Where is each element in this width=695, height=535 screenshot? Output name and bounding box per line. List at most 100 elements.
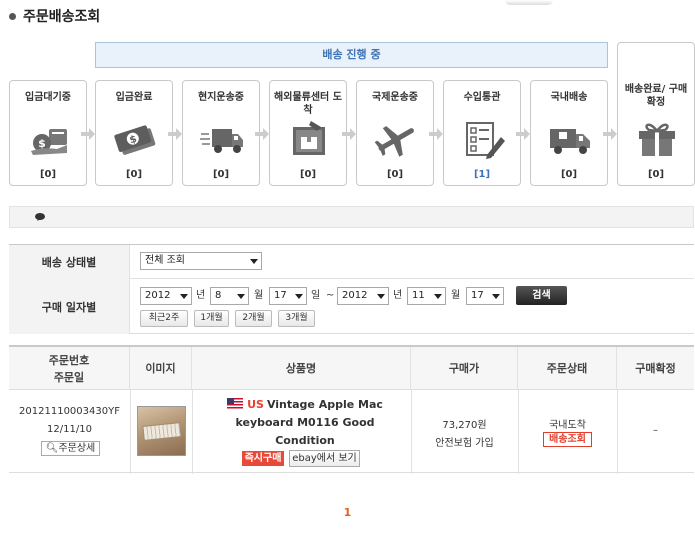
order-date: 12/11/10 bbox=[47, 424, 92, 435]
period-1-month-button[interactable]: 1개월 bbox=[194, 310, 229, 327]
period-2-weeks-button[interactable]: 최근2주 bbox=[140, 310, 188, 327]
track-delivery-button[interactable]: 배송조회 bbox=[543, 432, 592, 447]
step-label: 국제운송중 bbox=[372, 92, 418, 103]
search-button[interactable]: 검색 bbox=[516, 286, 567, 305]
unit-day: 일 bbox=[311, 290, 321, 301]
coin-hand-icon: $ bbox=[31, 129, 67, 155]
step-international-transit[interactable]: 국제운송중 [0] bbox=[356, 80, 434, 186]
arrow-right-icon bbox=[255, 128, 269, 140]
step-count: [0] bbox=[125, 169, 143, 180]
step-customs-clearance[interactable]: 수입통관 [1] bbox=[443, 80, 521, 186]
step-label: 배송완료/ 구매확정 bbox=[624, 84, 688, 108]
period-3-months-button[interactable]: 3개월 bbox=[278, 310, 315, 327]
buy-now-button[interactable]: 즉시구매 bbox=[242, 451, 284, 466]
ebay-view-button[interactable]: ebay에서 보기 bbox=[289, 450, 360, 467]
status-select[interactable]: 전체 조회 bbox=[140, 252, 262, 270]
col-product-name: 상품명 bbox=[192, 347, 411, 390]
page-title: 주문배송조회 bbox=[23, 9, 101, 25]
col-image: 이미지 bbox=[130, 347, 192, 390]
to-year-select[interactable]: 2012 bbox=[337, 287, 389, 305]
step-count: [0] bbox=[647, 169, 665, 180]
step-payment-complete[interactable]: 입금완료 $ [0] bbox=[95, 80, 173, 186]
decorative-shadow bbox=[505, 0, 553, 5]
arrow-right-icon bbox=[81, 128, 95, 140]
column-divider bbox=[518, 390, 519, 474]
warehouse-box-icon bbox=[293, 121, 325, 155]
product-name-line: US Vintage Apple Mac bbox=[215, 396, 395, 414]
chevron-down-icon bbox=[295, 294, 303, 299]
product-name-line3: Condition bbox=[275, 434, 335, 447]
step-label: 해외물류센터 도착 bbox=[274, 92, 342, 116]
arrow-right-icon bbox=[342, 128, 356, 140]
to-month-value: 11 bbox=[412, 290, 425, 301]
step-count: [0] bbox=[299, 169, 317, 180]
from-year-select[interactable]: 2012 bbox=[140, 287, 192, 305]
to-day-select[interactable]: 17 bbox=[466, 287, 504, 305]
column-divider bbox=[130, 390, 131, 474]
order-detail-button[interactable]: 🔍︎주문상세 bbox=[41, 441, 100, 456]
step-overseas-center[interactable]: 해외물류센터 도착 [0] bbox=[269, 80, 347, 186]
fast-truck-icon bbox=[200, 129, 243, 153]
chevron-down-icon bbox=[237, 294, 245, 299]
us-flag-icon bbox=[227, 398, 244, 409]
from-day-select[interactable]: 17 bbox=[269, 287, 307, 305]
from-month-select[interactable]: 8 bbox=[210, 287, 249, 305]
column-divider bbox=[192, 390, 193, 474]
step-count: [0] bbox=[386, 169, 404, 180]
date-filter-label: 구매 일자별 bbox=[9, 279, 130, 334]
chevron-down-icon bbox=[180, 294, 188, 299]
arrow-right-icon bbox=[429, 128, 443, 140]
from-year-value: 2012 bbox=[145, 290, 171, 301]
money-icon: $ bbox=[114, 125, 156, 155]
gift-icon bbox=[639, 123, 675, 156]
page-title-block: 주문배송조회 bbox=[9, 6, 100, 26]
magnifier-icon: 🔍︎ bbox=[45, 443, 59, 454]
from-day-value: 17 bbox=[274, 290, 287, 301]
product-name-line1: Vintage Apple Mac bbox=[266, 398, 383, 411]
col-order-status: 주문상태 bbox=[518, 347, 617, 390]
insurance-status: 안전보험 가입 bbox=[435, 438, 494, 449]
col-price: 구매가 bbox=[411, 347, 518, 390]
step-local-transit[interactable]: 현지운송중 [0] bbox=[182, 80, 260, 186]
to-month-select[interactable]: 11 bbox=[407, 287, 446, 305]
col-order-no: 주문번호 주문일 bbox=[9, 347, 130, 390]
step-domestic-delivery[interactable]: 국내배송 [0] bbox=[530, 80, 608, 186]
status-select-value: 전체 조회 bbox=[145, 255, 185, 266]
chevron-down-icon bbox=[250, 259, 258, 264]
step-count: [0] bbox=[212, 169, 230, 180]
product-thumbnail[interactable] bbox=[137, 406, 186, 456]
step-count: [0] bbox=[39, 169, 57, 180]
table-header: 주문번호 주문일 이미지 상품명 구매가 주문상태 구매확정 bbox=[9, 347, 694, 390]
from-month-value: 8 bbox=[215, 290, 222, 301]
step-count: [1] bbox=[473, 169, 491, 180]
order-status: 국내도착 bbox=[549, 420, 586, 431]
unit-year: 년 bbox=[393, 290, 403, 301]
keyboard-image bbox=[142, 422, 182, 441]
checklist-icon bbox=[466, 122, 505, 159]
price: 73,270원 bbox=[442, 420, 487, 431]
unit-month: 월 bbox=[451, 290, 461, 301]
period-2-months-button[interactable]: 2개월 bbox=[235, 310, 272, 327]
step-label: 현지운송중 bbox=[198, 92, 244, 103]
step-delivery-complete[interactable]: 배송완료/ 구매확정 [0] bbox=[617, 42, 695, 186]
to-year-value: 2012 bbox=[342, 290, 368, 301]
col-confirm: 구매확정 bbox=[635, 362, 676, 375]
step-count: [0] bbox=[560, 169, 578, 180]
product-name[interactable]: US Vintage Apple Mac keyboard M0116 Good … bbox=[215, 396, 395, 450]
step-label: 수입통관 bbox=[463, 92, 501, 103]
pagination: 1 bbox=[0, 506, 695, 519]
status-filter-label: 배송 상태별 bbox=[9, 245, 130, 279]
page-1[interactable]: 1 bbox=[344, 506, 352, 519]
country-code: US bbox=[247, 398, 264, 411]
unit-month: 월 bbox=[254, 290, 264, 301]
step-awaiting-payment[interactable]: 입금대기중 $ [0] bbox=[9, 80, 87, 186]
chevron-down-icon bbox=[377, 294, 385, 299]
step-label: 국내배송 bbox=[550, 92, 588, 103]
product-name-line2: keyboard M0116 Good bbox=[235, 416, 375, 429]
step-label: 입금대기중 bbox=[25, 92, 71, 103]
order-number: 20121110003430YF bbox=[19, 406, 120, 417]
svg-text:$: $ bbox=[38, 137, 46, 150]
column-divider bbox=[411, 390, 412, 474]
speech-bubble-icon bbox=[35, 213, 45, 221]
airplane-icon bbox=[374, 126, 414, 157]
